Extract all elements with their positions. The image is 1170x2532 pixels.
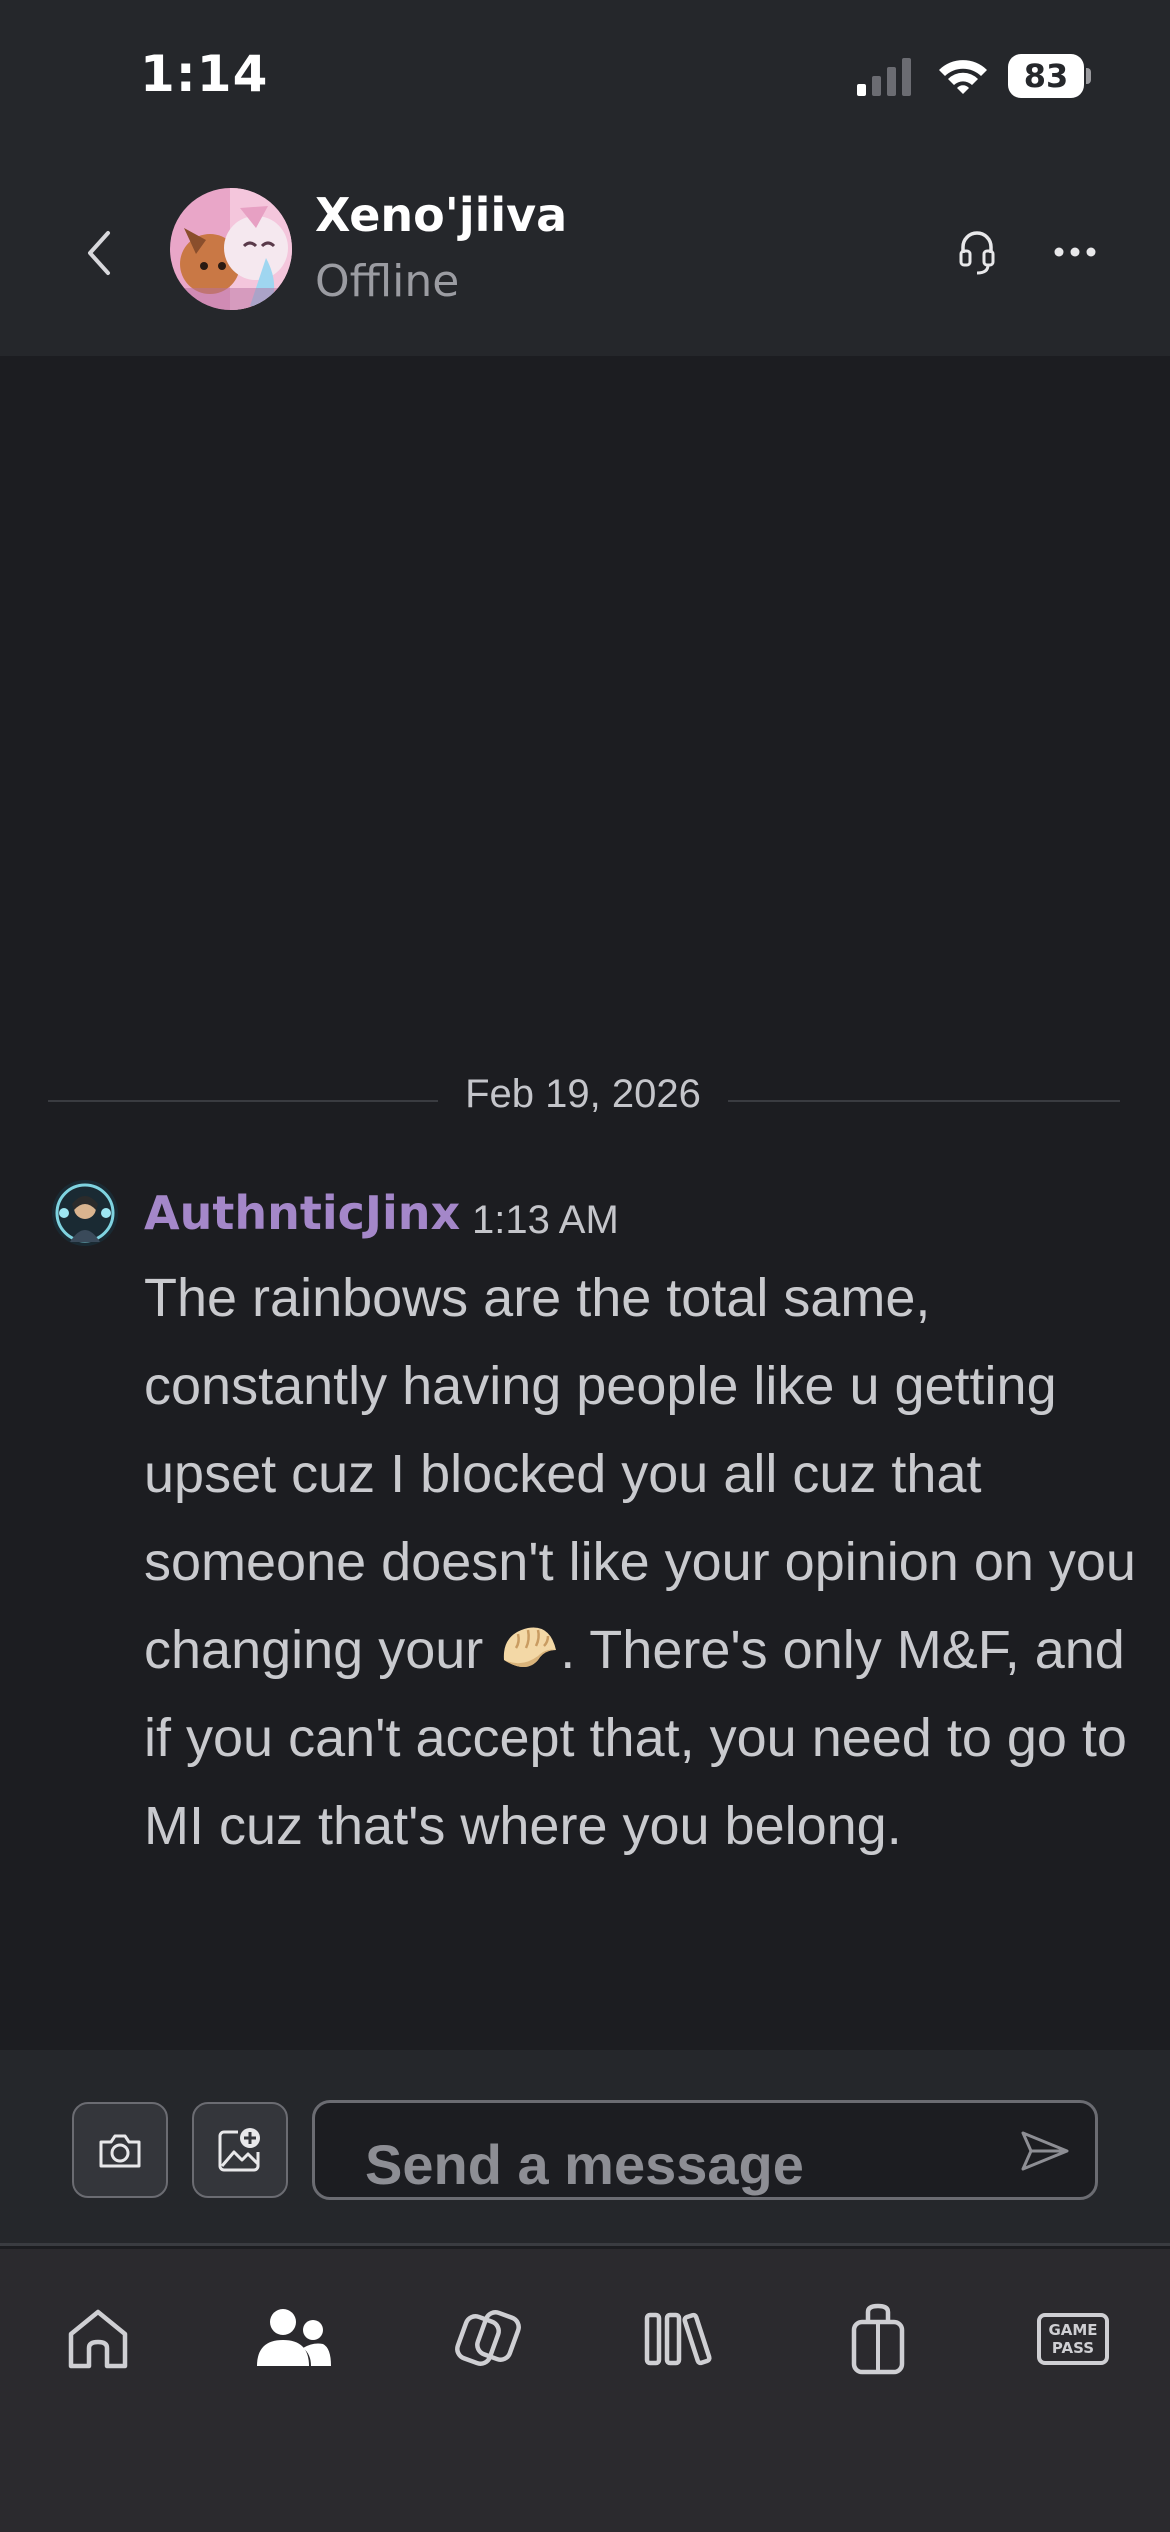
date-label: Feb 19, 2026 [465, 1072, 701, 1116]
headset-icon [959, 231, 995, 275]
contact-status: Offline [315, 256, 460, 307]
party-icon [455, 2310, 521, 2366]
back-button[interactable] [70, 215, 126, 291]
contact-avatar-image [170, 188, 292, 310]
add-image-icon [218, 2128, 260, 2172]
tab-library[interactable] [633, 2289, 733, 2389]
tab-social[interactable] [438, 2289, 538, 2389]
status-time: 1:14 [140, 45, 269, 103]
back-chevron-icon [88, 231, 110, 275]
tab-home[interactable] [48, 2289, 148, 2389]
tab-friends[interactable] [243, 2289, 343, 2389]
contact-name: Xeno'jiiva [315, 188, 568, 242]
status-bar: 1:14 83 [0, 0, 1170, 160]
send-button[interactable] [1015, 2121, 1075, 2181]
signal-icon [857, 58, 911, 96]
message-text-part1: The rainbows are the total same, constan… [144, 1268, 1136, 1680]
battery-level: 83 [1008, 54, 1084, 98]
message-list[interactable]: Feb 19, 2026 AuthnticJinx 1:13 AM The ra… [0, 356, 1170, 2050]
author-avatar[interactable] [52, 1180, 118, 1246]
message-input-field[interactable] [365, 2129, 985, 2199]
battery-icon: 83 [1008, 54, 1091, 98]
date-divider: Feb 19, 2026 [48, 1066, 1120, 1136]
tab-store[interactable] [828, 2289, 928, 2389]
game-pass-icon: GAME PASS [1037, 2313, 1109, 2365]
dumpling-emoji [504, 1627, 557, 1667]
camera-button[interactable] [72, 2102, 168, 2198]
contact-avatar[interactable] [170, 188, 292, 310]
tab-game-pass[interactable]: GAME PASS [1023, 2289, 1123, 2389]
send-icon [1021, 2131, 1069, 2171]
message-text: The rainbows are the total same, constan… [144, 1254, 1144, 1870]
message-input[interactable] [312, 2100, 1098, 2200]
bottom-tab-bar: GAME PASS [0, 2249, 1170, 2532]
wifi-icon [939, 60, 987, 94]
more-icon [1054, 247, 1096, 257]
camera-icon [99, 2134, 141, 2168]
add-image-button[interactable] [192, 2102, 288, 2198]
home-icon [68, 2309, 128, 2369]
message-author[interactable]: AuthnticJinx [144, 1186, 460, 1240]
author-avatar-image [52, 1180, 118, 1246]
people-icon [257, 2309, 331, 2366]
message-timestamp: 1:13 AM [472, 1198, 619, 1242]
chat-header: Xeno'jiiva Offline [0, 160, 1170, 356]
more-options-button[interactable] [1048, 222, 1102, 282]
library-icon [644, 2312, 712, 2366]
voice-chat-button[interactable] [950, 222, 1004, 282]
game-pass-label-line2: PASS [1051, 2339, 1095, 2357]
store-bag-icon [851, 2303, 905, 2375]
game-pass-label-line1: GAME [1048, 2321, 1098, 2339]
message-composer [0, 2050, 1170, 2246]
